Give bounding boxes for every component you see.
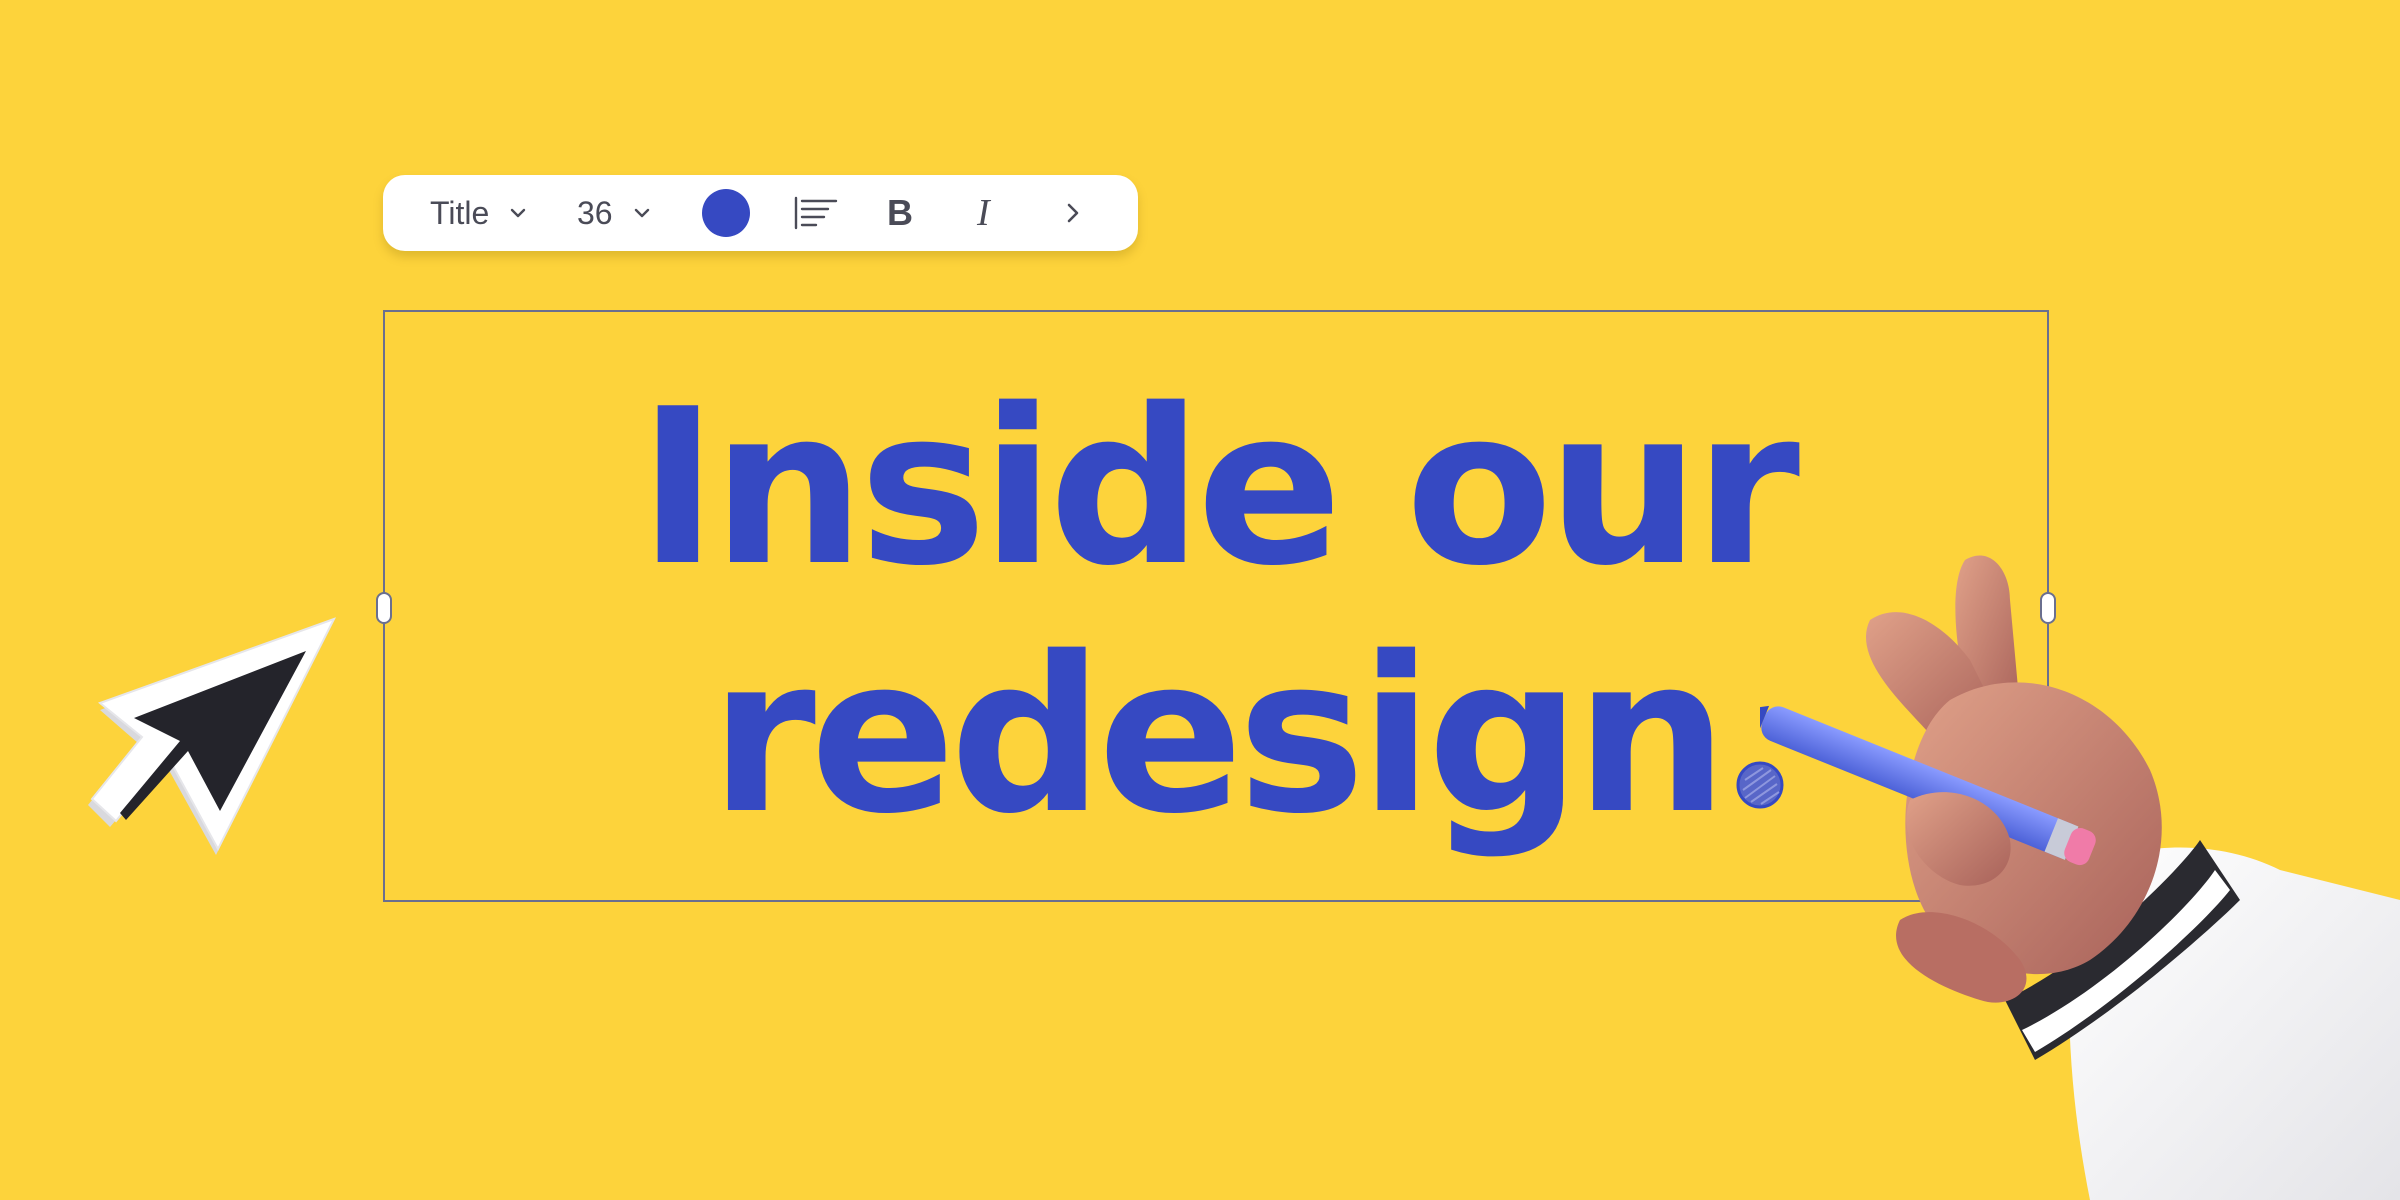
text-format-toolbar: Title 36 B I [383,175,1138,251]
align-left-icon [794,196,838,230]
italic-button[interactable]: I [977,175,1062,251]
text-style-label: Title [430,194,490,231]
more-options-button[interactable] [1062,175,1092,251]
canvas: Title 36 B I Inside our redesign [0,0,2400,1200]
text-style-dropdown[interactable]: Title [430,175,577,251]
text-color-swatch[interactable] [702,189,750,237]
font-size-dropdown[interactable]: 36 [577,175,700,251]
font-size-label: 36 [577,194,613,231]
hand-holding-pen-icon [1760,555,2400,1200]
cursor-arrow-icon [88,617,337,855]
text-align-button[interactable] [794,175,887,251]
italic-label: I [977,192,990,234]
bold-button[interactable]: B [887,175,977,251]
chevron-right-icon [1067,203,1079,223]
bold-label: B [887,192,913,233]
chevron-down-icon [511,208,526,218]
chevron-down-icon [634,208,649,218]
